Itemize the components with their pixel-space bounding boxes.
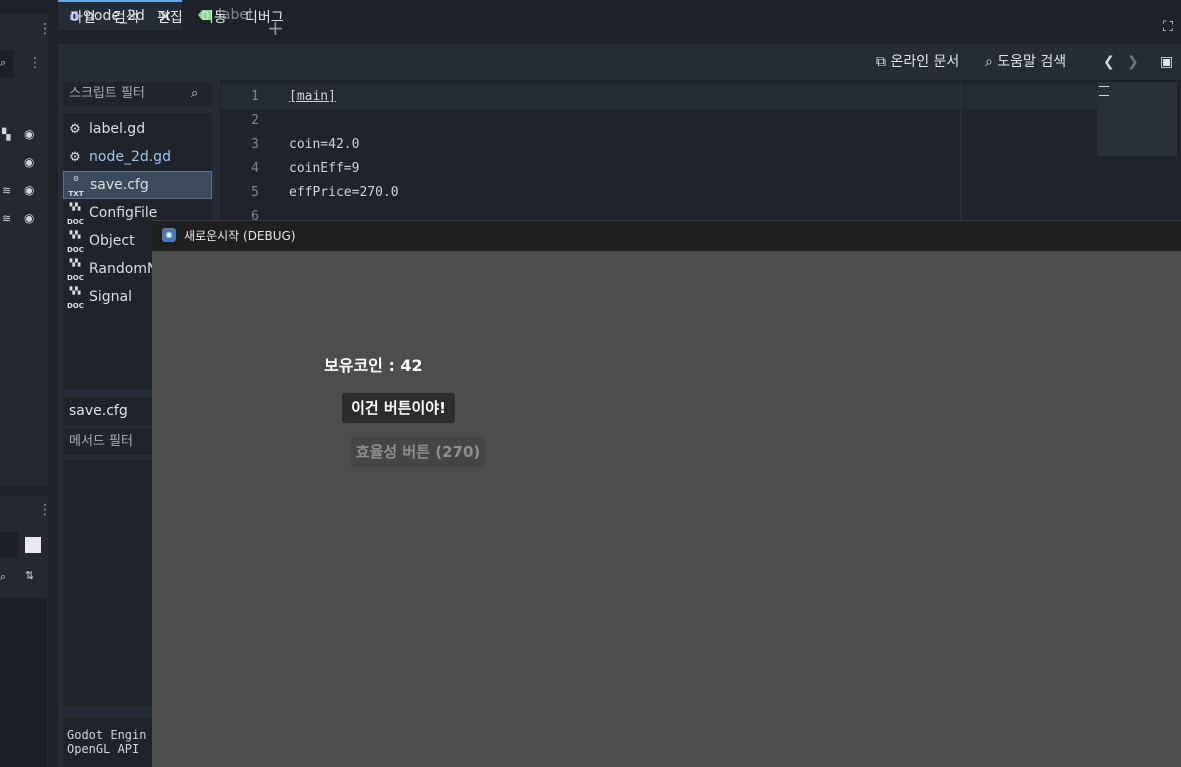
node-icon: ▚ xyxy=(2,128,11,141)
efficiency-button[interactable]: 효율성 버튼 (270) xyxy=(351,437,485,467)
fullscreen-icon[interactable]: ⛶ xyxy=(1163,19,1173,35)
visibility-eye-icon[interactable]: ◉ xyxy=(24,183,34,197)
line-number: 3 xyxy=(251,137,259,152)
doc-icon: ▚▚ DOC xyxy=(67,259,84,282)
color-swatch[interactable] xyxy=(25,537,41,553)
search-icon: ⌕ xyxy=(191,86,199,101)
file-name: save.cfg xyxy=(90,177,149,193)
file-name: Signal xyxy=(89,289,133,305)
signal-icon: ≋ xyxy=(2,212,12,225)
menu-edit[interactable]: 편집 xyxy=(157,0,183,36)
help-search-button[interactable]: ⌕ 도움말 검색 xyxy=(985,44,1066,80)
coin-count-label: 보유코인 : 42 xyxy=(324,356,423,375)
line-number: 5 xyxy=(251,185,259,200)
visibility-eye-icon[interactable]: ◉ xyxy=(24,127,34,141)
file-name: label.gd xyxy=(89,121,146,137)
file-name: Object xyxy=(89,233,135,249)
menu-goto[interactable]: 이동 xyxy=(201,0,227,36)
search-icon[interactable]: ⌕ xyxy=(0,570,6,584)
dock-input[interactable] xyxy=(0,532,18,558)
gear-icon: ⚙ xyxy=(69,149,81,165)
menu-file[interactable]: 파일 xyxy=(70,0,96,36)
history-back-icon[interactable]: ❮ xyxy=(1103,44,1115,80)
dock-options-icon[interactable]: ⋮ xyxy=(28,56,42,70)
search-icon[interactable]: ⌕ xyxy=(0,56,6,70)
main-button[interactable]: 이건 버튼이야! xyxy=(342,393,455,423)
list-item[interactable]: ⚙ node_2d.gd xyxy=(63,143,212,171)
left-dock xyxy=(0,14,49,486)
code-line: coinEff=9 xyxy=(289,161,360,176)
visibility-eye-icon[interactable]: ◉ xyxy=(24,155,34,169)
online-docs-label: 온라인 문서 xyxy=(890,54,960,70)
current-line-highlight xyxy=(221,85,1097,109)
menu-debug[interactable]: 디버그 xyxy=(245,0,284,36)
log-line: Godot Engin xyxy=(67,728,147,742)
file-name: RandomN xyxy=(89,261,158,277)
dock-menu-icon[interactable]: ⋮ xyxy=(38,22,52,36)
script-filter-placeholder: 스크립트 필터 xyxy=(69,86,145,101)
signal-icon: ≋ xyxy=(2,184,12,197)
godot-app-icon: ◉ xyxy=(162,228,176,242)
code-line: coin=42.0 xyxy=(289,137,360,152)
line-number: 4 xyxy=(251,161,259,176)
file-name: node_2d.gd xyxy=(89,149,171,165)
help-search-icon: ⌕ xyxy=(985,54,993,70)
menu-search[interactable]: 검색 xyxy=(113,0,139,36)
game-window-title: 새로운시작 (DEBUG) xyxy=(184,229,296,243)
log-line: OpenGL API xyxy=(67,742,140,756)
code-line: [main] xyxy=(289,89,336,104)
text-file-icon: ⚙ TXT xyxy=(68,175,84,198)
line-length-guide xyxy=(960,82,961,222)
list-item[interactable]: ⚙ label.gd xyxy=(63,115,212,143)
game-window-titlebar[interactable] xyxy=(152,220,1181,251)
help-search-label: 도움말 검색 xyxy=(997,54,1067,70)
line-number: 1 xyxy=(251,89,259,104)
dock-menu-icon[interactable]: ⋮ xyxy=(38,503,52,517)
list-item-selected[interactable]: ⚙ TXT save.cfg xyxy=(63,171,212,199)
doc-icon: ▚▚ DOC xyxy=(67,287,84,310)
history-forward-icon[interactable]: ❯ xyxy=(1127,44,1139,80)
method-filter-placeholder: 메서드 필터 xyxy=(69,434,133,449)
sort-icon[interactable]: ⇅ xyxy=(25,569,34,582)
external-link-icon: ⧉ xyxy=(876,54,886,70)
doc-icon: ▚▚ DOC xyxy=(67,203,84,226)
minimap-lines xyxy=(1099,86,1109,96)
line-number: 2 xyxy=(251,113,259,128)
gear-icon: ⚙ xyxy=(69,121,81,137)
file-name: ConfigFile xyxy=(89,205,158,221)
online-docs-button[interactable]: ⧉ 온라인 문서 xyxy=(876,44,959,80)
dock-tree xyxy=(0,598,47,767)
visibility-eye-icon[interactable]: ◉ xyxy=(24,211,34,225)
script-filter-input[interactable]: 스크립트 필터 xyxy=(63,82,212,106)
code-line: effPrice=270.0 xyxy=(289,185,399,200)
game-window[interactable] xyxy=(152,220,1181,767)
minimap[interactable] xyxy=(1097,82,1177,156)
doc-icon: ▚▚ DOC xyxy=(67,231,84,254)
window-icon[interactable]: ▣ xyxy=(1160,44,1173,80)
